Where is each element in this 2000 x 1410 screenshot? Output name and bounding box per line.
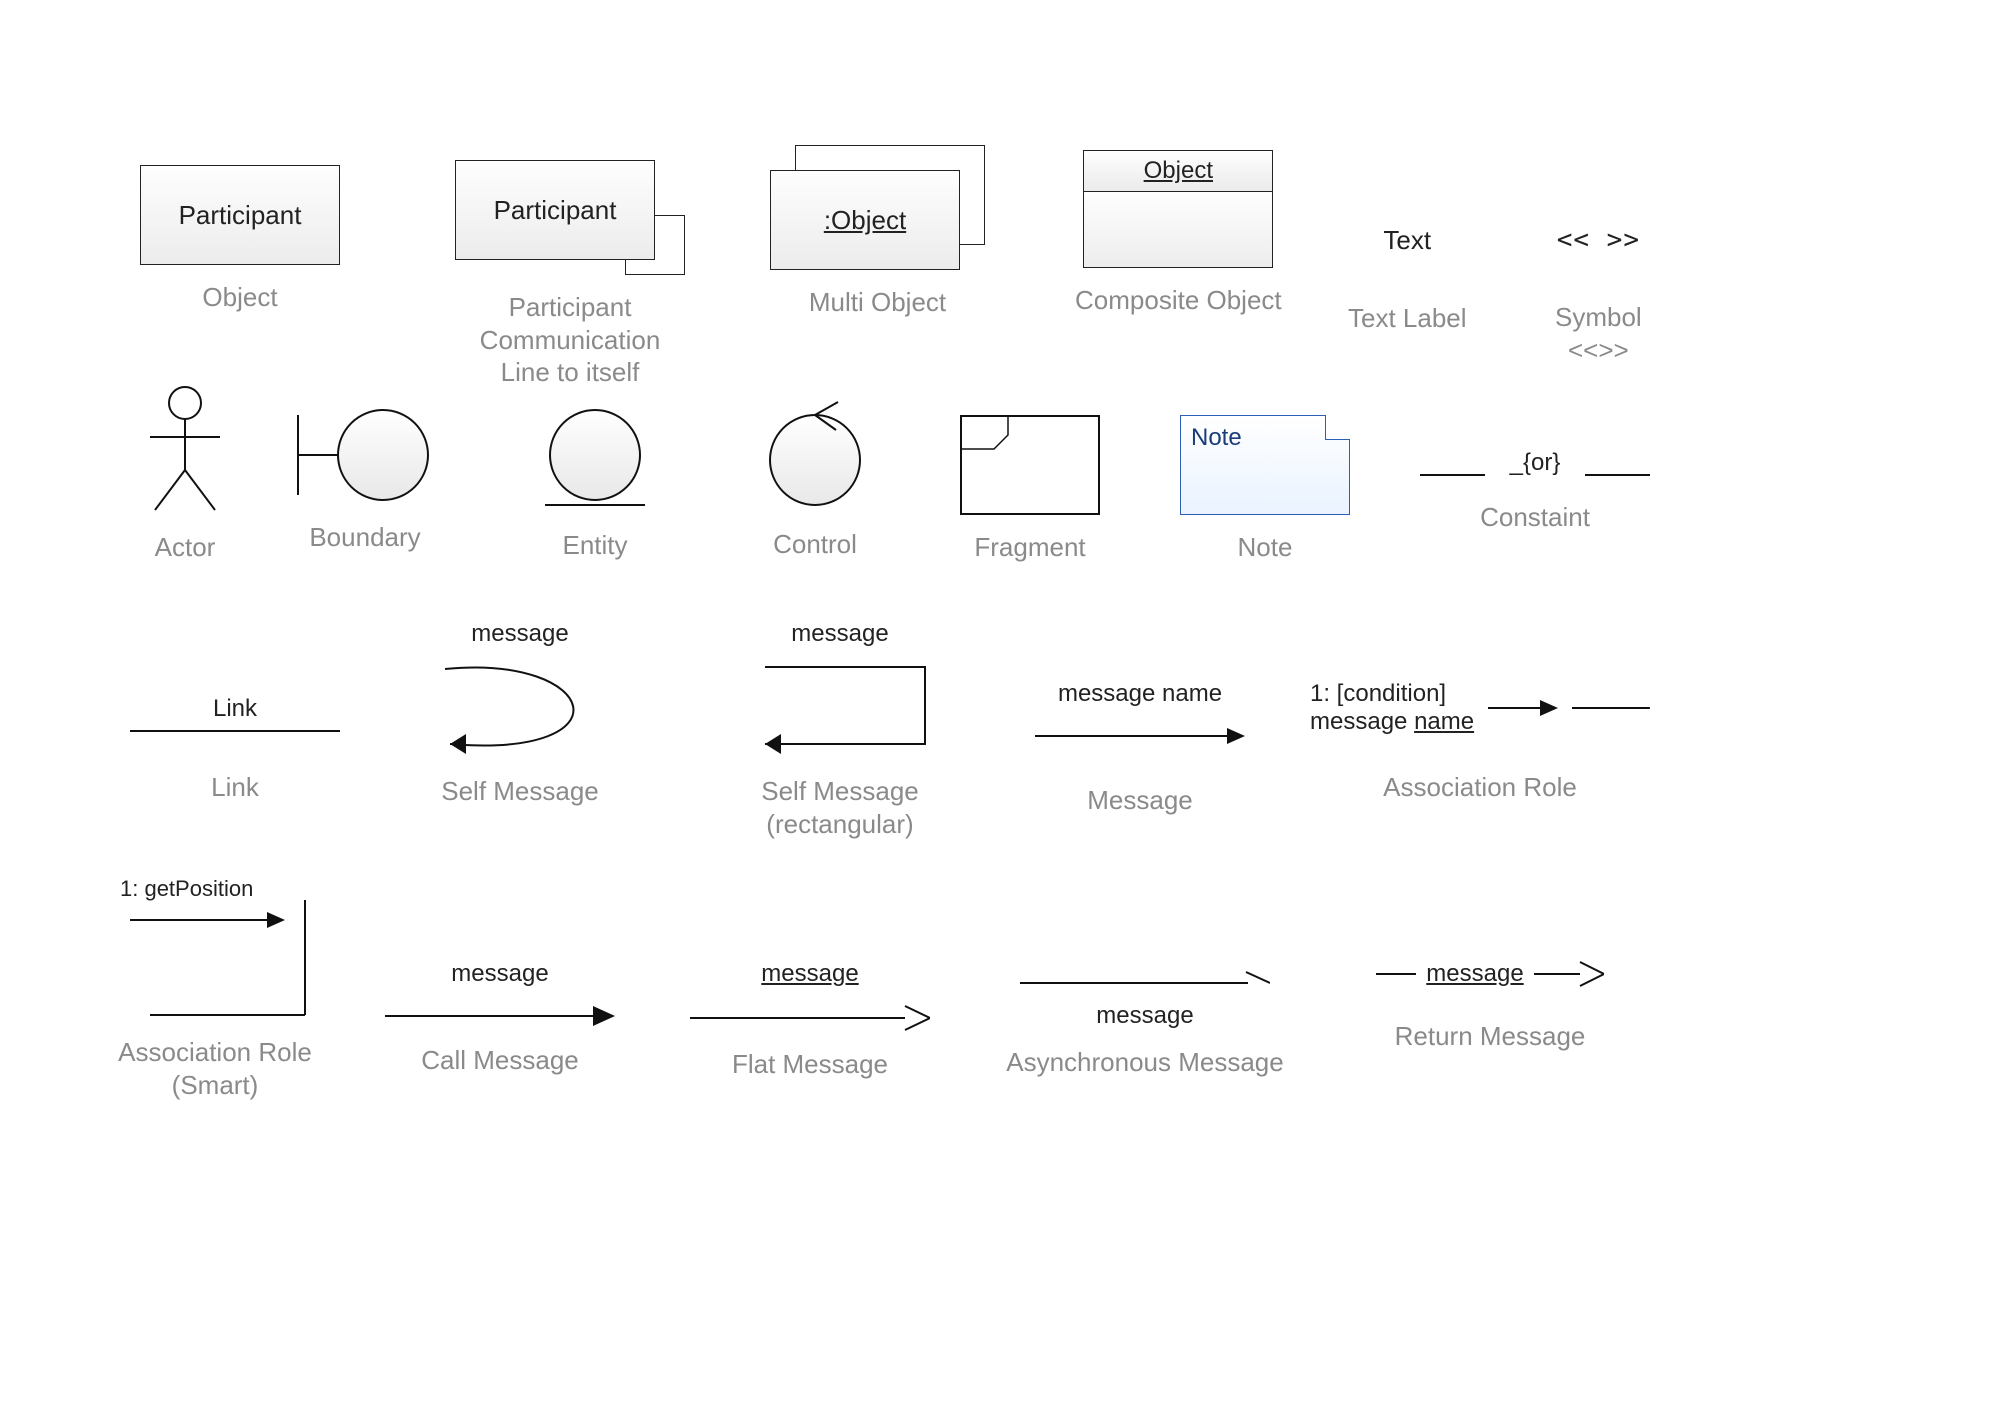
note-text: Note [1191,424,1242,451]
symbol-entity: Entity [535,405,655,562]
caption-participant-self: Participant Communication Line to itself [430,291,710,389]
symbol-self-message-rect: message Self Message (rectangular) [745,620,935,840]
fragment-icon [960,415,1100,515]
symbol-note: Note Note [1180,415,1350,564]
symbol-boundary: Boundary [290,405,440,554]
symbol-flat-message: message Flat Message [690,960,930,1081]
async-message-text: message [1096,1002,1193,1030]
caption-constraint: Constaint [1480,501,1590,534]
boundary-icon [290,405,440,505]
link-shape: Link [130,695,340,741]
symbol-self-message: message Self Message [420,620,620,808]
symbol-fragment: Fragment [960,415,1100,564]
actor-icon [140,385,230,515]
caption-call-message: Call Message [421,1044,579,1077]
caption-actor: Actor [155,531,216,564]
symbol-multi-object: :Object Multi Object [770,145,985,319]
symbol-stereotype: << >> Symbol <<>> [1555,225,1642,366]
symbol-association-role: 1: [condition] message name Association … [1310,680,1650,804]
return-message-text: message [1426,960,1523,988]
association-role-shape: 1: [condition] message name [1310,680,1650,735]
control-icon [760,400,870,512]
participant-self-text: Participant [494,195,617,226]
message-icon [1035,724,1245,748]
caption-fragment: Fragment [974,531,1085,564]
caption-self-message: Self Message [441,775,599,808]
svg-text:1: getPosition: 1: getPosition [120,880,253,901]
symbol-async-message: message Asynchronous Message [1005,970,1285,1079]
multi-object-shape: :Object [770,145,985,270]
symbol-actor: Actor [140,385,230,564]
caption-stereotype: Symbol <<>> [1555,301,1642,366]
note-shape: Note [1180,415,1350,515]
call-message-text: message [451,960,548,988]
symbol-control: Control [760,400,870,561]
caption-entity: Entity [562,529,627,562]
symbol-object: Participant Object [140,165,340,314]
self-message-text: message [471,620,568,648]
caption-note: Note [1238,531,1293,564]
symbol-composite-object: Object Composite Object [1075,150,1282,317]
object-box: Participant [140,165,340,265]
symbol-text-label: Text Text Label [1348,225,1467,335]
flat-message-text: message [761,960,858,988]
composite-object-text: Object [1144,157,1213,184]
self-message-rect-text: message [791,620,888,648]
symbol-return-message: message Return Message [1355,960,1625,1053]
caption-control: Control [773,528,857,561]
caption-return-message: Return Message [1395,1020,1586,1053]
caption-async-message: Asynchronous Message [1006,1046,1283,1079]
multi-object-text: :Object [824,205,906,236]
caption-multi-object: Multi Object [809,286,946,319]
composite-object-shape: Object [1083,150,1273,268]
caption-boundary: Boundary [309,521,420,554]
caption-link: Link [211,771,259,804]
caption-flat-message: Flat Message [732,1048,888,1081]
symbol-constraint: _{or} Constaint _{or} [1420,445,1650,534]
self-message-icon [420,664,620,759]
constraint-icon: _{or} [1420,445,1650,485]
symbol-link: Link Link [130,695,340,804]
caption-composite-object: Composite Object [1075,284,1282,317]
text-label-text: Text [1383,225,1431,256]
stereotype-text: << >> [1557,225,1640,255]
caption-self-message-rect: Self Message (rectangular) [761,775,919,840]
assoc-role-smart-icon: 1: getPosition [110,880,320,1020]
entity-icon [535,405,655,513]
self-message-rect-icon [745,664,935,759]
flat-message-icon [690,1004,930,1032]
object-box-text: Participant [179,200,302,231]
call-message-icon [385,1004,615,1028]
symbol-call-message: message Call Message [385,960,615,1077]
async-message-icon [1020,970,1270,996]
caption-object: Object [202,281,277,314]
assoc-role-line1: 1: [condition] [1310,680,1474,708]
caption-assoc-role-smart: Association Role (Smart) [118,1036,312,1101]
svg-text:_{or}: _{or} [1509,449,1561,476]
participant-self-shape: Participant [455,160,685,275]
symbol-message: message name Message [1035,680,1245,817]
caption-text-label: Text Label [1348,302,1467,335]
symbol-participant-self: Participant Participant Communication Li… [430,160,710,389]
message-text: message name [1058,680,1222,708]
symbol-association-role-smart: 1: getPosition Association Role (Smart) … [110,880,320,1101]
caption-message: Message [1087,784,1193,817]
assoc-role-line2: message [1310,708,1414,735]
caption-association-role: Association Role [1383,771,1577,804]
link-text: Link [130,695,340,723]
